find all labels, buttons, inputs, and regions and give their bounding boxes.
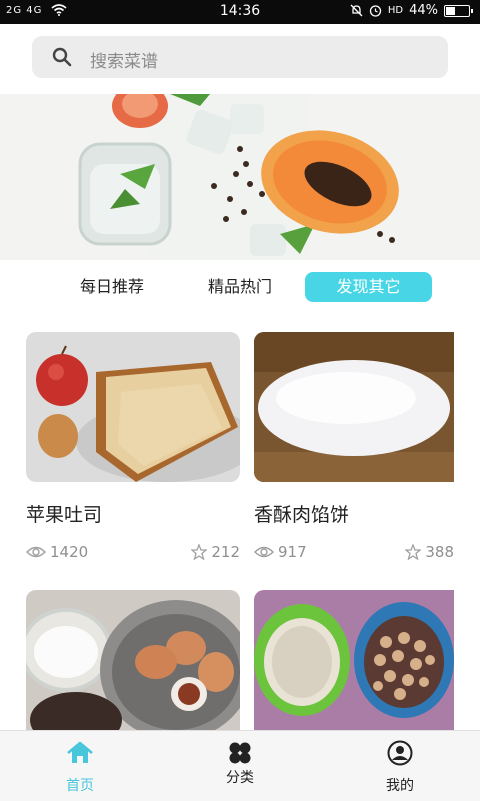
battery-icon	[444, 4, 473, 17]
nav-home[interactable]: 首页	[0, 739, 160, 795]
bottom-nav: 首页 分类 我的	[0, 730, 480, 801]
eye-icon	[26, 546, 46, 558]
status-bar: 2G 4G 14:36 HD 44%	[0, 0, 480, 24]
favorite-count: 212	[211, 543, 240, 561]
battery-percent: 44%	[409, 3, 438, 18]
nav-category[interactable]: 分类	[160, 739, 320, 787]
tab-daily-recommend[interactable]: 每日推荐	[66, 272, 158, 302]
search-icon	[52, 47, 72, 67]
eye-icon	[254, 546, 274, 558]
recipe-photo-dough[interactable]	[254, 332, 468, 482]
view-count: 917	[278, 543, 307, 561]
tab-discover[interactable]: 发现其它	[305, 272, 432, 302]
favorite-count: 388	[425, 543, 454, 561]
banner-image[interactable]	[0, 94, 480, 260]
recipe-card[interactable]	[254, 590, 468, 740]
recipe-card[interactable]: 香酥肉馅饼 917 388	[254, 332, 468, 563]
recipe-stats: 917 388	[254, 543, 454, 563]
recipe-title: 香酥肉馅饼	[254, 504, 350, 526]
profile-icon	[387, 740, 413, 766]
recipe-photo-rice-peanuts[interactable]	[254, 590, 468, 740]
recipe-card[interactable]	[26, 590, 240, 740]
nav-category-label: 分类	[226, 770, 254, 786]
banner-illustration	[0, 94, 480, 260]
status-icons: HD 44%	[350, 3, 473, 18]
star-icon[interactable]	[405, 544, 422, 560]
recipe-title: 苹果吐司	[26, 504, 103, 526]
nav-profile-label: 我的	[386, 778, 414, 794]
home-icon	[67, 741, 93, 763]
recipe-photo-eggs-flour[interactable]	[26, 590, 240, 740]
view-count: 1420	[50, 543, 89, 561]
search-input[interactable]: 搜索菜谱	[32, 36, 448, 78]
nav-home-label: 首页	[66, 778, 94, 794]
search-area: 搜索菜谱	[0, 24, 480, 94]
recipe-stats: 1420 212	[26, 543, 240, 563]
alarm-icon	[369, 5, 382, 17]
bell-off-icon	[350, 4, 363, 17]
tab-popular[interactable]: 精品热门	[194, 272, 286, 302]
category-icon	[229, 742, 251, 764]
recipe-photo-apple-toast[interactable]	[26, 332, 240, 482]
star-icon[interactable]	[191, 544, 208, 560]
category-tabs: 每日推荐 精品热门 发现其它	[0, 262, 480, 316]
volte-label: HD	[387, 5, 404, 16]
recipe-card[interactable]: 苹果吐司 1420 212	[26, 332, 240, 563]
nav-profile[interactable]: 我的	[320, 739, 480, 795]
search-placeholder: 搜索菜谱	[90, 52, 158, 72]
